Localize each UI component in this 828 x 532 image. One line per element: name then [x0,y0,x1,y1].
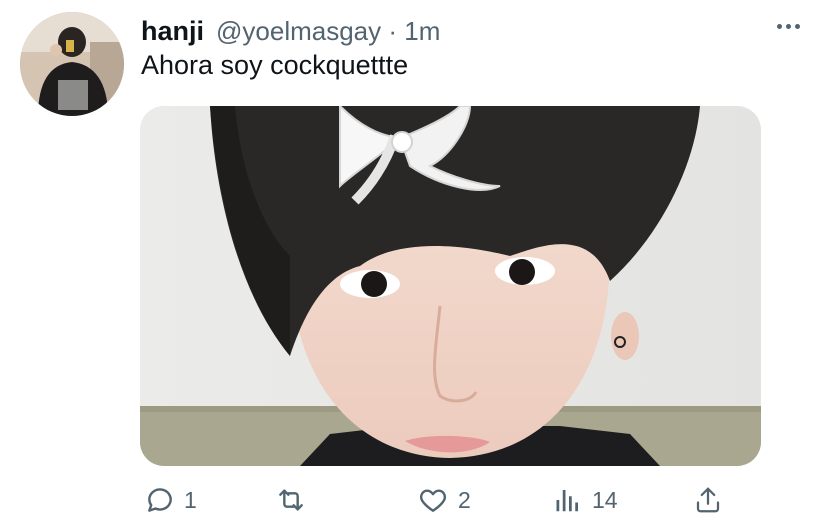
views-icon [554,485,584,515]
like-button[interactable]: 2 [416,480,471,520]
tweet-header: hanji @yoelmasgay · 1m [141,14,808,48]
views-count: 14 [592,486,618,513]
retweet-icon [274,484,308,516]
more-horizontal-icon[interactable] [777,24,800,29]
avatar-image [20,12,124,116]
avatar[interactable] [20,12,124,116]
tweet-text: Ahora soy cockquettte [141,50,409,80]
tweet-actions: 1 2 14 [140,480,740,520]
heart-icon [416,484,450,516]
retweet-button[interactable] [274,480,316,520]
like-count: 2 [458,486,471,513]
author-handle-time[interactable]: @yoelmasgay · 1m [216,16,440,47]
reply-button[interactable]: 1 [144,480,197,520]
reply-icon [144,484,176,516]
share-button[interactable] [693,480,723,520]
views-button[interactable]: 14 [554,480,618,520]
share-icon [693,485,723,515]
reply-count: 1 [184,486,197,513]
tweet-media[interactable] [140,106,761,466]
author-name[interactable]: hanji [141,16,204,47]
tweet-photo [140,106,761,466]
